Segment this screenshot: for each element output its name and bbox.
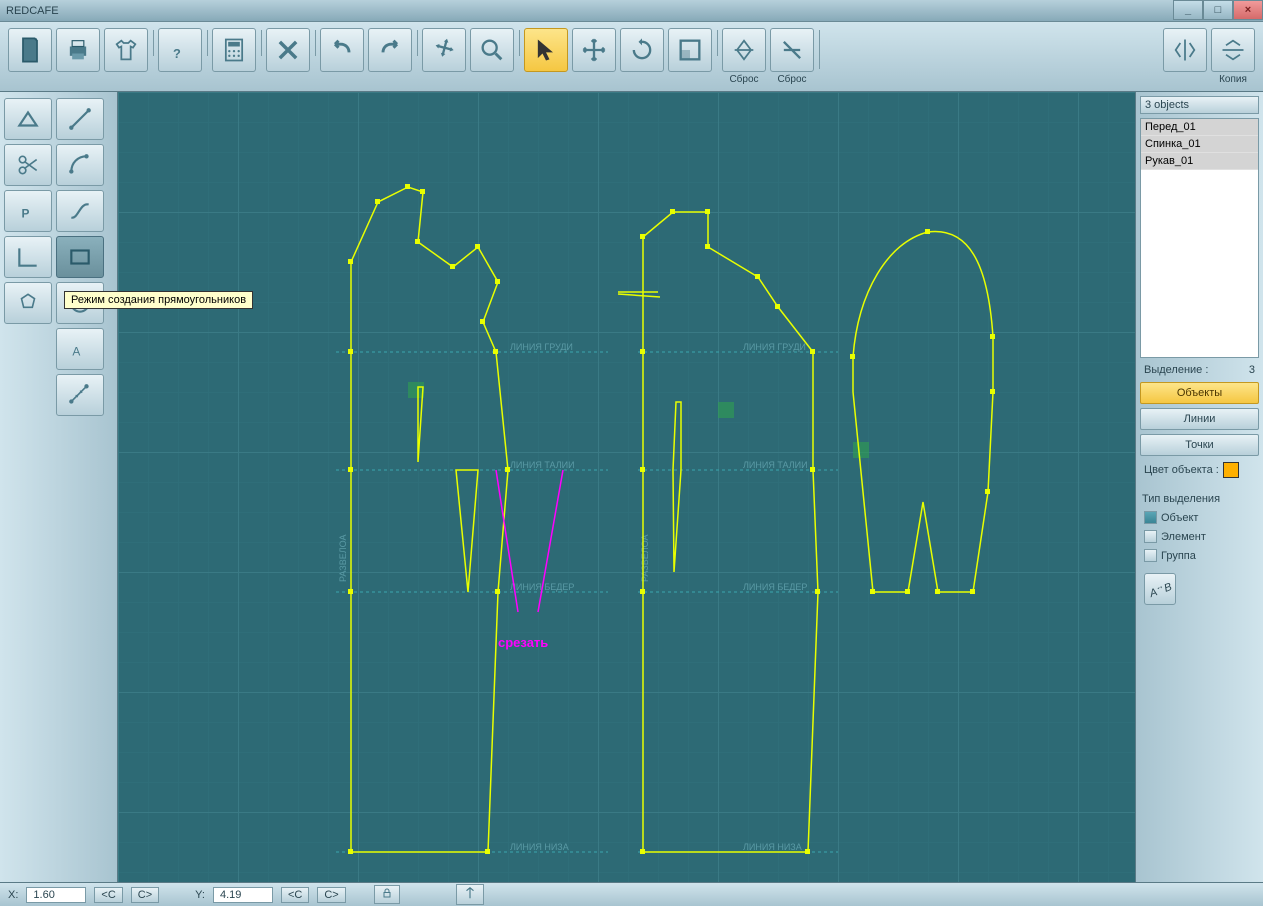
shape-tool[interactable] <box>4 282 52 324</box>
waist-label-1: ЛИНИЯ ТАЛИИ <box>510 460 575 470</box>
chk-group[interactable] <box>1144 549 1157 562</box>
calculator-button[interactable] <box>212 28 256 72</box>
objects-list[interactable]: Перед_01 Спинка_01 Рукав_01 <box>1140 118 1259 358</box>
lines-tab[interactable]: Линии <box>1140 408 1259 430</box>
hem-label-2: ЛИНИЯ НИЗА <box>743 842 802 852</box>
cut-label: срезать <box>498 635 548 650</box>
undo-button[interactable] <box>320 28 364 72</box>
objects-header: 3 objects <box>1140 96 1259 114</box>
redo-button[interactable] <box>368 28 412 72</box>
points-tab[interactable]: Точки <box>1140 434 1259 456</box>
object-item[interactable]: Спинка_01 <box>1141 136 1258 153</box>
reset1-label: Сброс <box>729 74 758 85</box>
app-title: REDCAFE <box>6 5 59 17</box>
zoom-button[interactable] <box>470 28 514 72</box>
reset1-button[interactable] <box>722 28 766 72</box>
pan-button[interactable] <box>422 28 466 72</box>
svg-text:P: P <box>22 207 30 221</box>
waist-label-2: ЛИНИЯ ТАЛИИ <box>743 460 808 470</box>
color-label: Цвет объекта : <box>1144 464 1219 476</box>
y-value[interactable]: 4.19 <box>213 887 273 903</box>
y-gt-button[interactable]: C> <box>317 887 345 903</box>
curve-tool[interactable] <box>56 190 104 232</box>
help-button[interactable]: ? <box>158 28 202 72</box>
move-button[interactable] <box>572 28 616 72</box>
copy-label: Копия <box>1219 74 1247 85</box>
fold-label-2: РАЗВЕЛОА <box>640 535 650 582</box>
left-toolbox: P A Режим создания прямоугольников <box>0 92 118 882</box>
lock-button[interactable] <box>374 885 400 904</box>
right-panel: 3 objects Перед_01 Спинка_01 Рукав_01 Вы… <box>1135 92 1263 882</box>
delete-button[interactable] <box>266 28 310 72</box>
chest-label-1: ЛИНИЯ ГРУДИ <box>510 342 573 352</box>
line-tool[interactable] <box>56 98 104 140</box>
corner-tool[interactable] <box>4 236 52 278</box>
hip-label-2: ЛИНИЯ БЕДЕР <box>743 582 807 592</box>
object-item[interactable]: Рукав_01 <box>1141 153 1258 170</box>
object-item[interactable]: Перед_01 <box>1141 119 1258 136</box>
rectangle-tool[interactable] <box>56 236 104 278</box>
selection-label: Выделение : <box>1144 364 1208 376</box>
svg-text:A: A <box>72 345 80 359</box>
hem-label-1: ЛИНИЯ НИЗА <box>510 842 569 852</box>
x-value[interactable]: 1.60 <box>26 887 86 903</box>
mirror-h-button[interactable] <box>1211 28 1255 72</box>
canvas[interactable]: ЛИНИЯ ГРУДИ ЛИНИЯ ГРУДИ ЛИНИЯ ТАЛИИ ЛИНИ… <box>118 92 1135 882</box>
reset2-label: Сброс <box>777 74 806 85</box>
mirror-v-button[interactable] <box>1163 28 1207 72</box>
close-button[interactable]: × <box>1233 0 1263 20</box>
main-toolbar: ? Сброс Сброс Копия <box>0 22 1263 92</box>
ab-button[interactable]: A↔B <box>1144 573 1176 605</box>
rectangle-tooltip: Режим создания прямоугольников <box>64 291 253 309</box>
select-button[interactable] <box>524 28 568 72</box>
x-lt-button[interactable]: <C <box>94 887 122 903</box>
seltype-label: Тип выделения <box>1140 492 1259 506</box>
x-label: X: <box>8 889 18 901</box>
text-tool[interactable]: A <box>56 328 104 370</box>
objects-tab[interactable]: Объекты <box>1140 382 1259 404</box>
fold-label-1: РАЗВЕЛОА <box>338 535 348 582</box>
titlebar: REDCAFE _ □ × <box>0 0 1263 22</box>
chk-object[interactable] <box>1144 511 1157 524</box>
statusbar: X: 1.60 <C C> Y: 4.19 <C C> <box>0 882 1263 906</box>
rotate-button[interactable] <box>620 28 664 72</box>
selection-count: 3 <box>1249 364 1255 376</box>
triangle-tool[interactable] <box>4 98 52 140</box>
color-swatch[interactable] <box>1223 462 1239 478</box>
reset2-button[interactable] <box>770 28 814 72</box>
measure-tool[interactable] <box>56 374 104 416</box>
maximize-button[interactable]: □ <box>1203 0 1233 20</box>
y-label: Y: <box>195 889 205 901</box>
svg-text:?: ? <box>173 46 181 61</box>
minimize-button[interactable]: _ <box>1173 0 1203 20</box>
scale-button[interactable] <box>668 28 712 72</box>
x-gt-button[interactable]: C> <box>131 887 159 903</box>
new-file-button[interactable] <box>8 28 52 72</box>
print-button[interactable] <box>56 28 100 72</box>
garment-button[interactable] <box>104 28 148 72</box>
chest-label-2: ЛИНИЯ ГРУДИ <box>743 342 806 352</box>
scissors-tool[interactable] <box>4 144 52 186</box>
y-lt-button[interactable]: <C <box>281 887 309 903</box>
chk-element[interactable] <box>1144 530 1157 543</box>
arc-tool[interactable] <box>56 144 104 186</box>
snap-button[interactable] <box>456 884 484 905</box>
point-tool[interactable]: P <box>4 190 52 232</box>
